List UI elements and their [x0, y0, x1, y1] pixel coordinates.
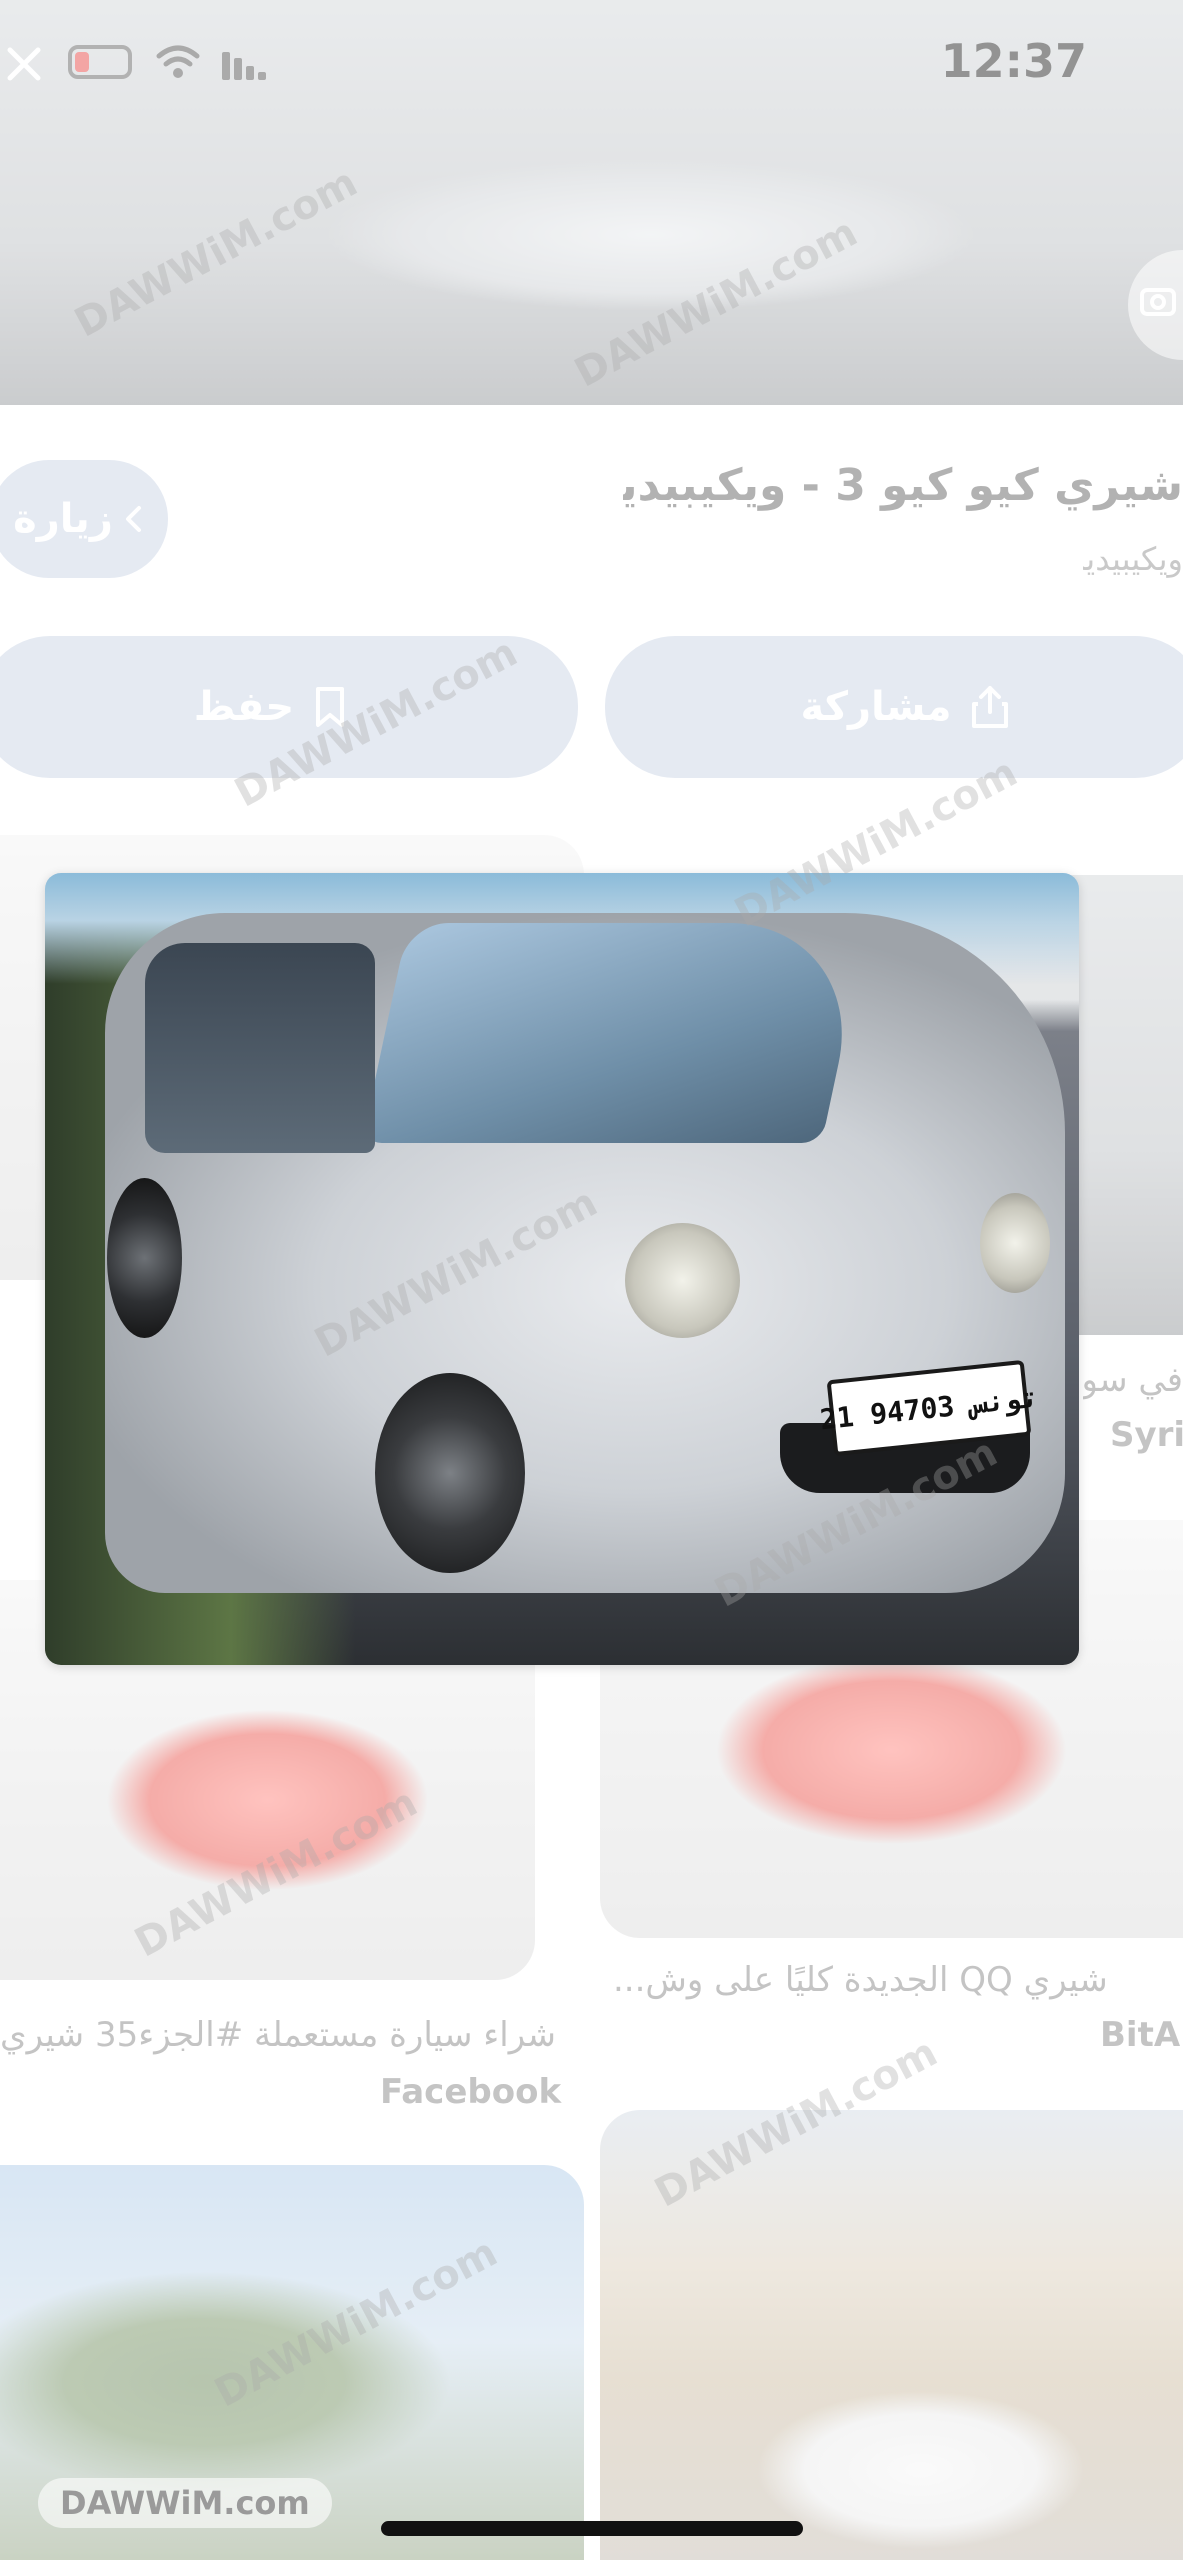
chevron-left-icon — [125, 506, 141, 532]
wifi-icon — [155, 42, 201, 84]
grid-source-mid-left: Facebook — [380, 2072, 562, 2112]
visit-button[interactable]: زيارة — [0, 460, 168, 578]
grid-image-bottom-right[interactable] — [600, 2110, 1183, 2560]
car-windshield — [361, 923, 869, 1143]
watermark-badge: DAWWiM.com — [38, 2478, 332, 2528]
grid-source-mid-right: BitA — [1100, 2015, 1181, 2055]
status-time: 12:37 — [940, 34, 1087, 88]
home-indicator — [381, 2521, 803, 2536]
focused-car-photo[interactable]: 21 تونس 94703 — [45, 873, 1079, 1665]
car-wheel-front — [375, 1373, 525, 1573]
share-icon — [971, 686, 1008, 728]
result-title[interactable]: شيري كيو كيو 3 - ويكيبيديا — [623, 460, 1183, 511]
close-icon — [7, 47, 41, 81]
signal-icon — [222, 48, 268, 84]
share-label: مشاركة — [800, 684, 952, 730]
car-wheel-rear — [107, 1178, 182, 1338]
bookmark-icon — [316, 687, 345, 727]
car-side-window — [145, 943, 375, 1153]
save-button[interactable]: حفظ — [0, 636, 578, 778]
grid-caption-mid-left[interactable]: شراء سيارة مستعملة #الجزء35 شيري — [0, 2015, 570, 2055]
grid-source-top-right: Syria C — [1110, 1415, 1183, 1455]
grid-caption-mid-right[interactable]: شيري QQ الجديدة كليًا على وش... — [613, 1960, 1183, 2000]
car-headlight-right — [980, 1193, 1050, 1293]
close-button[interactable] — [0, 20, 48, 108]
car-headlight-left — [625, 1223, 740, 1338]
camera-search-icon — [1140, 288, 1176, 316]
visit-label: زيارة — [13, 496, 113, 542]
result-source: ويكيبيديا — [1083, 540, 1183, 578]
grid-caption-top-right: في سوريا — [1083, 1360, 1183, 1400]
save-label: حفظ — [193, 684, 295, 730]
license-plate-text: 21 تونس 94703 — [818, 1380, 1040, 1436]
battery-icon — [68, 45, 132, 79]
share-button[interactable]: مشاركة — [605, 636, 1183, 778]
